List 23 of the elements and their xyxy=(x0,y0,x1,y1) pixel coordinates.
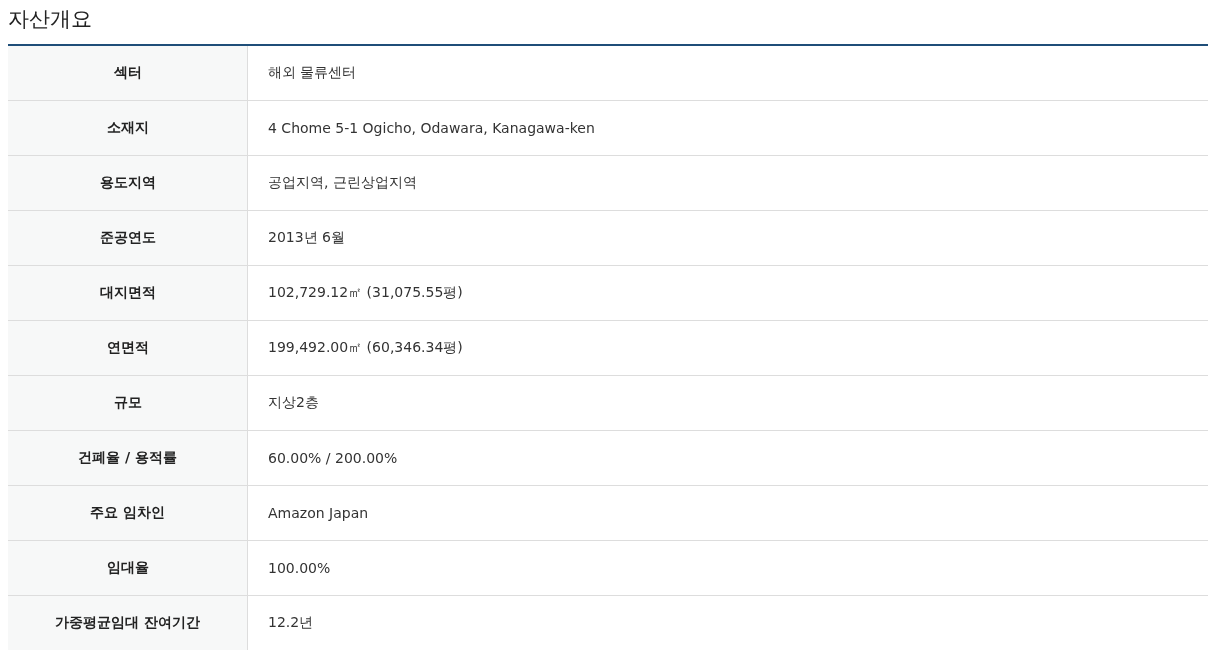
row-value: 4 Chome 5-1 Ogicho, Odawara, Kanagawa-ken xyxy=(247,100,1208,156)
row-label: 준공연도 xyxy=(8,210,248,266)
row-label: 연면적 xyxy=(8,320,248,376)
row-value: 60.00% / 200.00% xyxy=(247,430,1208,486)
row-value: 12.2년 xyxy=(247,595,1208,650)
row-value: 지상2층 xyxy=(247,375,1208,431)
row-label: 용도지역 xyxy=(8,155,248,211)
row-label: 임대율 xyxy=(8,540,248,596)
row-value: Amazon Japan xyxy=(247,485,1208,541)
row-value: 2013년 6월 xyxy=(247,210,1208,266)
row-label: 주요 임차인 xyxy=(8,485,248,541)
row-label: 대지면적 xyxy=(8,265,248,321)
row-label: 소재지 xyxy=(8,100,248,156)
row-value: 해외 물류센터 xyxy=(247,45,1208,101)
row-label: 섹터 xyxy=(8,45,248,101)
row-value: 102,729.12㎡ (31,075.55평) xyxy=(247,265,1208,321)
row-value: 공업지역, 근린상업지역 xyxy=(247,155,1208,211)
row-value: 199,492.00㎡ (60,346.34평) xyxy=(247,320,1208,376)
row-value: 100.00% xyxy=(247,540,1208,596)
row-label: 건폐율 / 용적률 xyxy=(8,430,248,486)
row-label: 가중평균임대 잔여기간 xyxy=(8,595,248,650)
section-title: 자산개요 xyxy=(7,6,93,33)
row-label: 규모 xyxy=(8,375,248,431)
